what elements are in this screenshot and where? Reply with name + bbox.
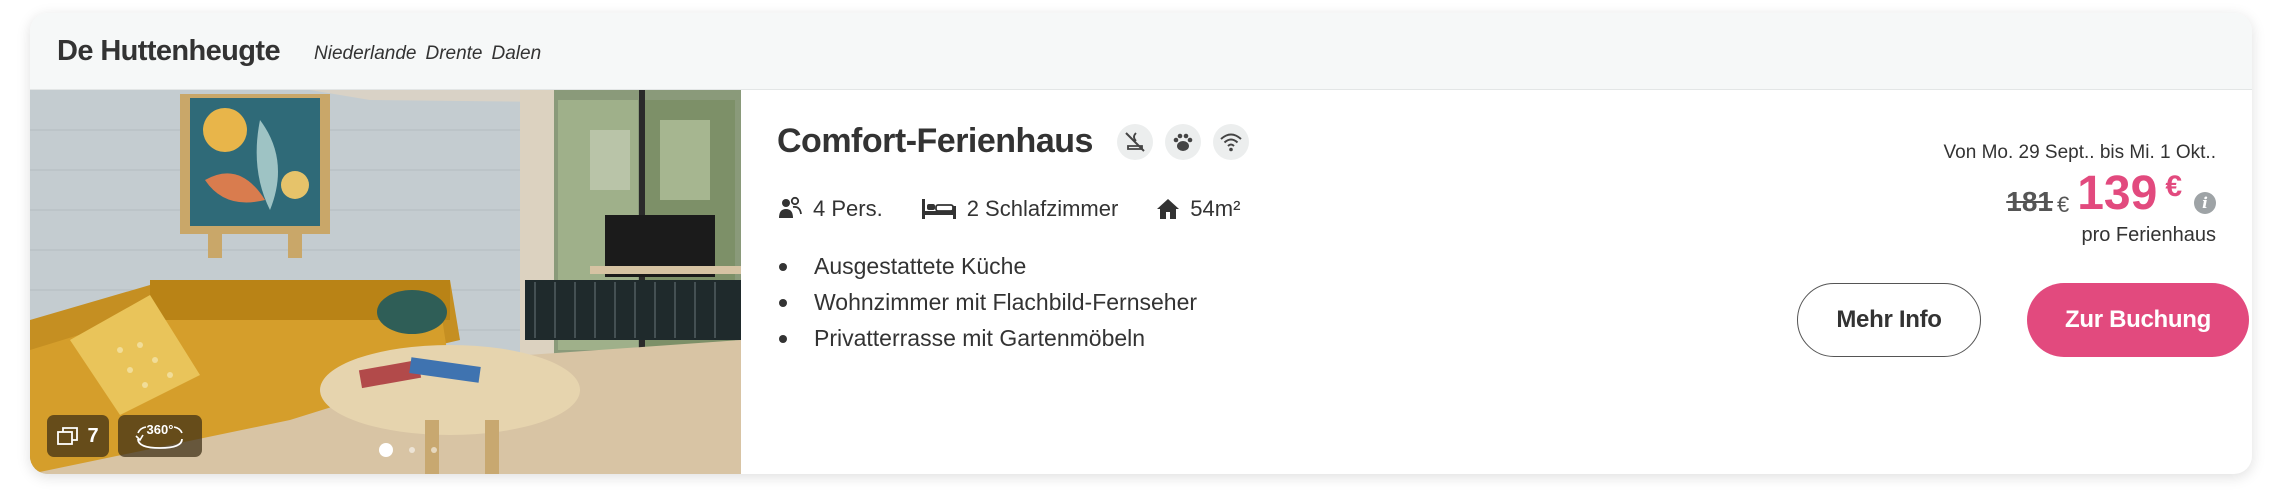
spec-area: 54m² [1156,196,1240,222]
accommodation-title[interactable]: Comfort-Ferienhaus [777,122,1093,161]
list-item: Ausgestattete Küche [777,248,1197,284]
accommodation-card: De Huttenheugte Niederlande Drente Dalen [30,13,2252,474]
highlights-list: Ausgestattete Küche Wohnzimmer mit Flach… [777,248,1197,356]
no-smoking-icon [1116,123,1153,160]
old-price-currency: € [2056,192,2070,217]
spec-persons: 4 Pers. [777,196,883,222]
card-header: De Huttenheugte Niederlande Drente Dalen [30,13,2252,90]
gallery-icon [57,427,79,445]
persons-icon [779,196,802,218]
virtual-tour-button[interactable]: 360° [118,415,202,457]
price-unit: pro Ferienhaus [2081,224,2216,246]
new-price-currency: € [2165,170,2182,203]
spec-bedrooms: 2 Schlafzimmer [921,196,1119,222]
bed-icon [921,199,956,219]
location-region: Drente [425,43,483,64]
price-block: Von Mo. 29 Sept.. bis Mi. 1 Okt.. 181 € … [1944,142,2216,247]
list-item: Privatterrasse mit Gartenmöbeln [777,320,1197,356]
carousel-dot[interactable] [431,447,437,453]
wifi-icon [1212,123,1249,160]
list-item: Wohnzimmer mit Flachbild-Fernseher [777,284,1197,320]
house-icon [1157,199,1180,219]
location-breadcrumb: Niederlande Drente Dalen [314,43,541,65]
book-button[interactable]: Zur Buchung [2027,283,2249,357]
info-icon[interactable]: i [2194,192,2216,214]
spec-row: 4 Pers. 2 Schlafzimmer 54m² [777,196,1278,222]
bedrooms-label: 2 Schlafzimmer [966,196,1119,221]
price-line: 181 € 139 € i [1944,170,2216,218]
tour-360-icon: 360° [135,422,183,449]
carousel-dot[interactable] [379,443,393,457]
old-price: 181 [2006,186,2053,217]
more-info-button[interactable]: Mehr Info [1797,283,1981,357]
stay-dates: Von Mo. 29 Sept.. bis Mi. 1 Okt.. [1943,142,2216,163]
new-price: 139 [2077,167,2158,220]
photo-count-badge[interactable]: 7 [47,415,109,457]
tour-360-label: 360° [147,422,174,437]
location-town: Dalen [491,43,542,64]
pets-allowed-icon [1164,123,1201,160]
carousel-dot[interactable] [409,447,415,453]
persons-label: 4 Pers. [813,196,883,221]
photo-count: 7 [87,424,99,447]
carousel-dots [379,443,437,457]
accommodation-details: Comfort-Ferienhaus 4 Pers. 2 Schlafzimme… [741,90,2252,474]
photo-carousel[interactable]: 7 360° [30,90,741,474]
title-row: Comfort-Ferienhaus [777,122,1249,161]
park-name[interactable]: De Huttenheugte [57,35,281,68]
location-country: Niederlande [314,43,417,64]
area-label: 54m² [1190,196,1241,221]
